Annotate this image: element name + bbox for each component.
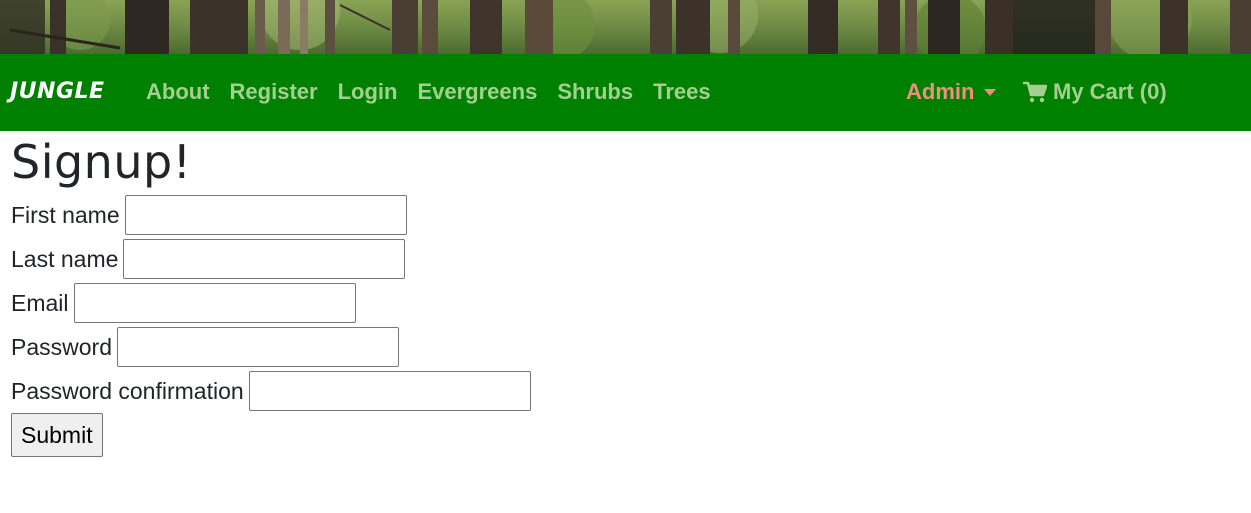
password-row: Password <box>11 325 1251 369</box>
email-row: Email <box>11 281 1251 325</box>
signup-form-container: Signup! First name Last name Email Passw… <box>0 131 1251 457</box>
last-name-field[interactable] <box>123 239 406 279</box>
password-field[interactable] <box>116 327 399 367</box>
admin-dropdown[interactable]: Admin <box>906 78 997 106</box>
shopping-cart-icon <box>1023 81 1047 103</box>
nav-links: About Register Login Evergreens Shrubs T… <box>146 78 731 106</box>
forest-banner <box>0 0 1251 54</box>
nav-link-register[interactable]: Register <box>230 78 318 106</box>
password-label: Password <box>11 334 112 360</box>
nav-link-shrubs[interactable]: Shrubs <box>557 78 633 106</box>
submit-button[interactable]: Submit <box>11 413 103 457</box>
password-confirmation-label: Password confirmation <box>11 378 244 404</box>
signup-form: First name Last name Email Password Pass… <box>11 193 1251 457</box>
brand-logo[interactable]: JUNGLE <box>10 78 105 106</box>
password-confirmation-field[interactable] <box>248 371 531 411</box>
first-name-label: First name <box>11 202 120 228</box>
cart-label: My Cart (0) <box>1053 79 1167 104</box>
forest-image <box>0 0 1251 54</box>
admin-dropdown-label: Admin <box>906 79 975 104</box>
caret-down-icon <box>984 88 997 96</box>
nav-link-evergreens[interactable]: Evergreens <box>417 78 537 106</box>
email-label: Email <box>11 290 69 316</box>
page-title: Signup! <box>11 135 192 189</box>
nav-link-login[interactable]: Login <box>338 78 398 106</box>
first-name-field[interactable] <box>124 195 407 235</box>
cart-link[interactable]: My Cart (0) <box>1023 78 1167 106</box>
nav-link-about[interactable]: About <box>146 78 210 106</box>
last-name-row: Last name <box>11 237 1251 281</box>
main-navbar: JUNGLE About Register Login Evergreens S… <box>0 54 1251 131</box>
email-field[interactable] <box>73 283 356 323</box>
nav-link-trees[interactable]: Trees <box>653 78 711 106</box>
password-confirmation-row: Password confirmation <box>11 369 1251 413</box>
first-name-row: First name <box>11 193 1251 237</box>
last-name-label: Last name <box>11 246 119 272</box>
